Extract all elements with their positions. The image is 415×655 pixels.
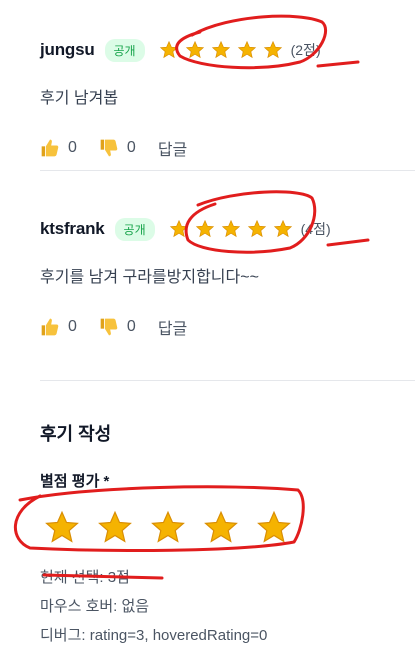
dislike-count: 0 bbox=[126, 318, 136, 335]
review-rating-stars bbox=[159, 40, 283, 60]
like-count: 0 bbox=[68, 318, 77, 335]
review-username: ktsfrank bbox=[40, 219, 105, 238]
review-score: (2점) bbox=[290, 42, 321, 58]
star-icon bbox=[169, 219, 188, 238]
star-icon bbox=[263, 40, 282, 59]
star-icon bbox=[195, 219, 214, 238]
dislike-count: 0 bbox=[126, 139, 136, 156]
dislike-button[interactable]: 0 bbox=[99, 138, 136, 158]
dislike-button[interactable]: 0 bbox=[99, 317, 136, 337]
review-item: ktsfrank 공개 (4점) 후기를 남겨 구라를방지합니다~~ 0 0 답… bbox=[40, 215, 415, 339]
divider bbox=[40, 380, 415, 381]
star-icon[interactable] bbox=[256, 510, 292, 546]
star-icon bbox=[221, 219, 240, 238]
star-icon bbox=[247, 219, 266, 238]
star-icon[interactable] bbox=[44, 510, 80, 546]
divider bbox=[40, 170, 415, 171]
thumbs-down-icon bbox=[100, 139, 118, 157]
review-rating-stars bbox=[169, 219, 293, 239]
review-score: (4점) bbox=[300, 221, 331, 237]
star-icon[interactable] bbox=[150, 510, 186, 546]
hover-status-text: 마우스 호버: 없음 bbox=[40, 598, 150, 615]
star-icon[interactable] bbox=[203, 510, 239, 546]
reply-button[interactable]: 답글 bbox=[158, 136, 187, 160]
star-icon[interactable] bbox=[97, 510, 133, 546]
review-username: jungsu bbox=[40, 40, 95, 59]
like-count: 0 bbox=[68, 139, 77, 156]
like-button[interactable]: 0 bbox=[40, 317, 77, 337]
review-content: 후기 남겨봅 bbox=[40, 90, 119, 107]
review-item: jungsu 공개 (2점) 후기 남겨봅 0 0 답글 bbox=[40, 36, 415, 160]
visibility-badge: 공개 bbox=[104, 38, 145, 62]
star-icon bbox=[185, 40, 204, 59]
like-button[interactable]: 0 bbox=[40, 138, 77, 158]
review-header: ktsfrank 공개 (4점) bbox=[40, 215, 415, 243]
star-icon bbox=[273, 219, 292, 238]
star-icon bbox=[211, 40, 230, 59]
thumbs-up-icon bbox=[41, 139, 59, 157]
debug-text: 디버그: rating=3, hoveredRating=0 bbox=[40, 627, 268, 644]
rating-label: 별점 평가 * bbox=[40, 473, 110, 490]
reply-button[interactable]: 답글 bbox=[158, 315, 187, 339]
rating-input-stars bbox=[44, 510, 292, 546]
review-actions: 0 0 답글 bbox=[40, 136, 415, 160]
thumbs-down-icon bbox=[100, 318, 118, 336]
visibility-badge: 공개 bbox=[114, 217, 155, 241]
review-content: 후기를 남겨 구라를방지합니다~~ bbox=[40, 269, 259, 286]
review-actions: 0 0 답글 bbox=[40, 315, 415, 339]
current-selection-text: 현재 선택: 3점 bbox=[40, 569, 130, 586]
star-icon bbox=[159, 40, 178, 59]
write-review-title: 후기 작성 bbox=[40, 424, 112, 444]
thumbs-up-icon bbox=[41, 318, 59, 336]
star-icon bbox=[237, 40, 256, 59]
review-header: jungsu 공개 (2점) bbox=[40, 36, 415, 64]
